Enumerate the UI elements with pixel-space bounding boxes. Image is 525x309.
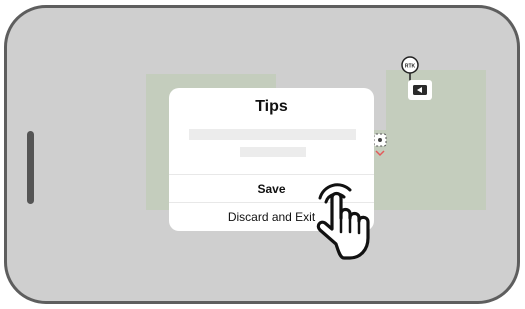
mower-icon xyxy=(372,132,388,160)
dialog-message-placeholder-line-2 xyxy=(240,147,306,157)
rtk-station-icon: RTK xyxy=(400,56,420,82)
hand-pointer-icon xyxy=(306,180,386,262)
charging-dock-icon xyxy=(408,80,432,100)
lawn-zone-right xyxy=(386,70,486,210)
rtk-label: RTK xyxy=(405,64,416,70)
dialog-message-placeholder-line-1 xyxy=(189,129,356,140)
phone-side-button xyxy=(27,131,34,204)
dialog-title: Tips xyxy=(255,98,288,115)
